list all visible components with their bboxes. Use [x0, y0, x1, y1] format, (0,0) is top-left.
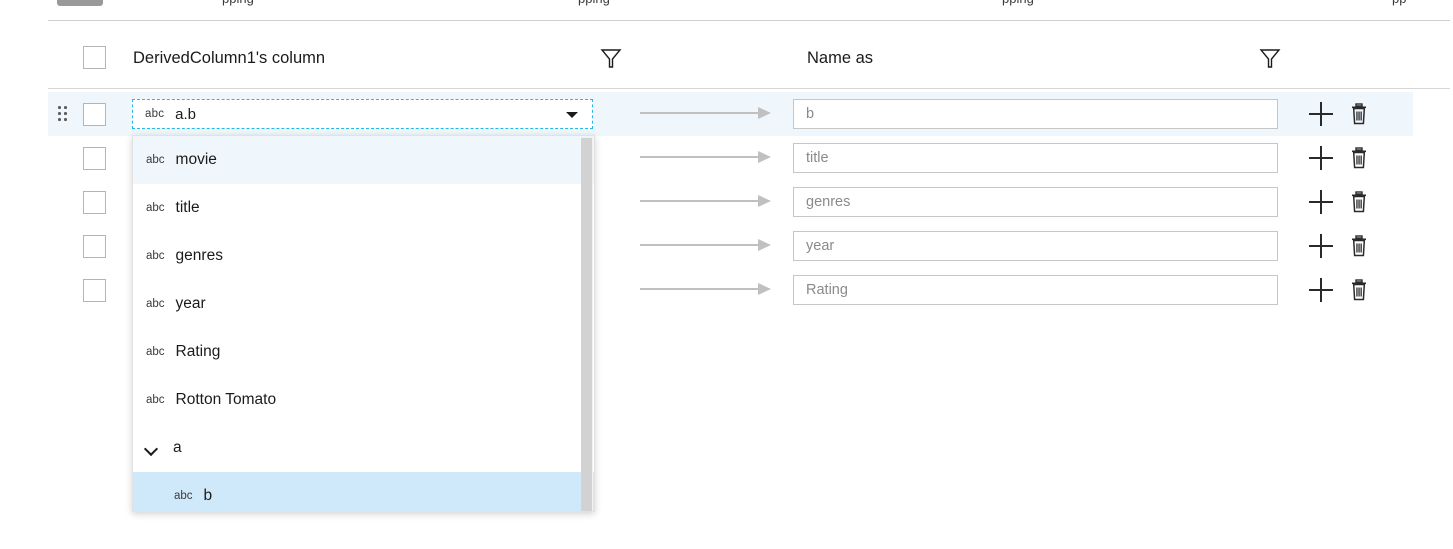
name-as-input[interactable]	[793, 99, 1278, 129]
add-row-button[interactable]	[1307, 188, 1335, 216]
header-divider	[48, 88, 1450, 89]
table-row[interactable]: abc a.b	[48, 92, 1413, 136]
add-row-button[interactable]	[1307, 144, 1335, 172]
filter-funnel-icon-source[interactable]	[599, 46, 623, 70]
dropdown-scrollbar-thumb[interactable]	[581, 138, 592, 511]
delete-row-button[interactable]	[1345, 276, 1373, 304]
toolbar-divider	[48, 20, 1450, 21]
dropdown-item-label: b	[204, 487, 213, 505]
mapping-arrow-icon	[640, 282, 776, 296]
delete-row-button[interactable]	[1345, 144, 1373, 172]
delete-row-button[interactable]	[1345, 188, 1373, 216]
dropdown-item-label: Rotton Tomato	[176, 391, 277, 409]
string-type-icon: abc	[145, 108, 164, 120]
dropdown-item-label: movie	[176, 151, 217, 169]
mapping-arrow-icon	[640, 106, 776, 120]
dropdown-item-label: title	[176, 199, 200, 217]
name-as-input[interactable]	[793, 187, 1278, 217]
row-checkbox[interactable]	[83, 103, 106, 126]
add-row-button[interactable]	[1307, 276, 1335, 304]
mapping-arrow-icon	[640, 238, 776, 252]
cut-off-toolbar-strip: pping pping pping pp	[0, 0, 1453, 10]
string-type-icon: abc	[146, 298, 165, 310]
string-type-icon: abc	[146, 250, 165, 262]
column-header-source: DerivedColumn1's column	[133, 42, 325, 74]
drag-handle-icon[interactable]	[58, 106, 67, 122]
add-row-button[interactable]	[1307, 100, 1335, 128]
string-type-icon: abc	[146, 154, 165, 166]
ghost-label-1: pping	[222, 0, 254, 6]
dropdown-item-label: year	[176, 295, 206, 313]
name-as-input[interactable]	[793, 275, 1278, 305]
name-as-input[interactable]	[793, 143, 1278, 173]
source-column-value: a.b	[175, 106, 196, 123]
dropdown-item-b[interactable]: abc b	[133, 472, 594, 512]
source-column-combobox[interactable]: abc a.b	[132, 99, 593, 129]
string-type-icon: abc	[174, 490, 193, 502]
dropdown-scrollbar[interactable]	[581, 137, 593, 512]
delete-row-button[interactable]	[1345, 232, 1373, 260]
ghost-label-3: pping	[1002, 0, 1034, 6]
dropdown-item-label: genres	[176, 247, 223, 265]
toolbar-pill	[57, 0, 103, 6]
string-type-icon: abc	[146, 394, 165, 406]
row-checkbox[interactable]	[83, 147, 106, 170]
string-type-icon: abc	[146, 346, 165, 358]
delete-row-button[interactable]	[1345, 100, 1373, 128]
column-header-name-as: Name as	[807, 42, 873, 74]
row-checkbox[interactable]	[83, 279, 106, 302]
dropdown-item-label: a	[173, 439, 182, 457]
chevron-down-icon[interactable]	[566, 112, 578, 118]
dropdown-item-title[interactable]: abc title	[133, 184, 594, 232]
mapping-arrow-icon	[640, 194, 776, 208]
column-dropdown-list[interactable]: abc movie abc title abc genres abc year …	[132, 135, 595, 512]
select-all-checkbox[interactable]	[83, 46, 106, 69]
add-row-button[interactable]	[1307, 232, 1335, 260]
filter-funnel-icon-name-as[interactable]	[1258, 46, 1282, 70]
dropdown-item-label: Rating	[176, 343, 221, 361]
row-checkbox[interactable]	[83, 235, 106, 258]
dropdown-item-rating[interactable]: abc Rating	[133, 328, 594, 376]
string-type-icon: abc	[146, 202, 165, 214]
dropdown-group-a[interactable]: a	[133, 424, 594, 472]
dropdown-item-genres[interactable]: abc genres	[133, 232, 594, 280]
ghost-label-4: pp	[1392, 0, 1406, 6]
name-as-input[interactable]	[793, 231, 1278, 261]
column-mapping-panel: pping pping pping pp DerivedColumn1's co…	[0, 0, 1453, 549]
dropdown-item-movie[interactable]: abc movie	[133, 136, 594, 184]
row-checkbox[interactable]	[83, 191, 106, 214]
dropdown-item-year[interactable]: abc year	[133, 280, 594, 328]
chevron-down-icon[interactable]	[146, 444, 159, 452]
ghost-label-2: pping	[578, 0, 610, 6]
mapping-arrow-icon	[640, 150, 776, 164]
dropdown-item-rotton-tomato[interactable]: abc Rotton Tomato	[133, 376, 594, 424]
